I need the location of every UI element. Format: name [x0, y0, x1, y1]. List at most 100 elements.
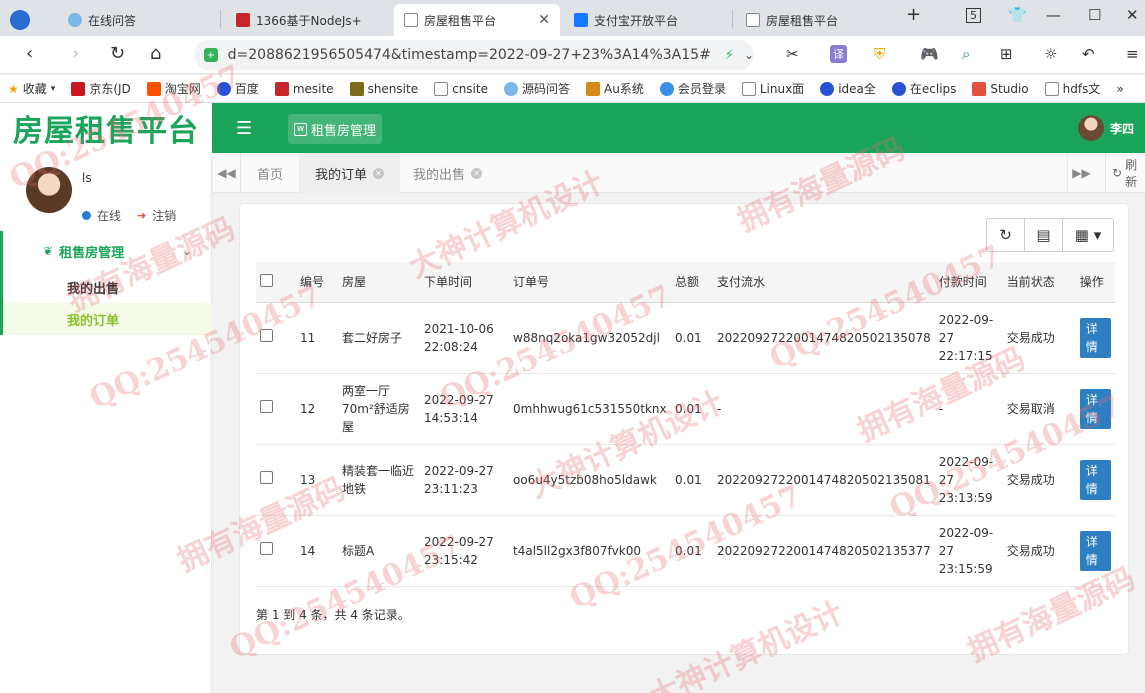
sidebar-item-my-orders[interactable]: 我的订单 [0, 303, 212, 335]
apps-grid-icon[interactable]: ⊞ [1000, 45, 1013, 63]
cell-order-time: 2022-09-27 23:11:23 [420, 444, 509, 516]
tab-home[interactable]: 首页 [241, 153, 299, 193]
search-icon[interactable]: ⌕ [962, 45, 970, 63]
maximize-icon[interactable]: ☐ [1088, 6, 1101, 24]
bookmark-item[interactable]: ★ 收藏 ▾ [0, 79, 63, 99]
column-header[interactable]: 总额 [671, 262, 713, 303]
bookmark-item[interactable]: mesite [267, 79, 342, 99]
browser-tab-active[interactable]: 房屋租售平台 ✕ [394, 4, 560, 36]
refresh-icon[interactable]: ↻ [987, 219, 1025, 251]
tab-my-orders[interactable]: 我的订单 ✕ [299, 153, 401, 193]
tab-close-icon[interactable]: ✕ [538, 12, 550, 28]
gamepad-icon[interactable]: 🎮 [920, 45, 939, 63]
tabs-scroll-left-icon[interactable]: ◀◀ [213, 153, 241, 193]
status-text: 在线 [97, 209, 122, 223]
sidebar-item-rental-management[interactable]: ❦ 租售房管理 ⌄ [0, 231, 212, 271]
cell-id: 14 [296, 515, 338, 587]
cell-status: 交易成功 [1002, 302, 1076, 374]
back-icon[interactable]: ‹ [26, 44, 33, 64]
bookmark-item[interactable]: 京东(JD [63, 79, 138, 99]
browser-tab-label: 房屋租售平台 [766, 13, 839, 28]
bookmark-item[interactable]: 源码问答 [496, 79, 578, 99]
hamburger-icon[interactable]: ☰ [236, 118, 252, 139]
tab-my-sales[interactable]: 我的出售 ✕ [397, 153, 498, 193]
shirt-icon[interactable]: 👕 [1008, 6, 1027, 24]
refresh-icon: ↻ [1112, 166, 1123, 180]
toggle-view-icon[interactable]: ▤ [1025, 219, 1063, 251]
cell-pay-time: 2022-09-27 22:17:15 [934, 302, 1003, 374]
browser-tab[interactable]: 支付宝开放平台 [564, 4, 730, 36]
column-header[interactable]: 付款时间 [934, 262, 1003, 303]
shield-coin-icon[interactable]: ⛨ [874, 45, 885, 63]
browser-tab[interactable]: 1366基于NodeJs+ [226, 4, 392, 36]
undo-icon[interactable]: ↶ [1082, 45, 1095, 63]
detail-button[interactable]: 详情 [1079, 317, 1111, 358]
new-tab-icon[interactable]: + [906, 4, 921, 25]
bookmark-item[interactable]: Au系统 [578, 79, 652, 99]
translate-icon[interactable]: 译 [830, 45, 847, 63]
tabs-scroll-right-icon[interactable]: ▶▶ [1067, 153, 1095, 193]
refresh-button[interactable]: ↻ 刷新 [1105, 153, 1145, 193]
select-all-checkbox[interactable] [260, 273, 273, 287]
bookmark-item[interactable]: 会员登录 [652, 79, 734, 99]
browser-logo-icon[interactable] [0, 4, 40, 36]
column-header[interactable]: 房屋 [338, 262, 420, 303]
browser-tab[interactable]: 房屋租售平台 [736, 4, 896, 36]
bookmark-item[interactable]: 在eclips [884, 79, 965, 99]
columns-icon[interactable]: ▦ ▾ [1063, 219, 1113, 251]
lightning-icon[interactable]: ⚡ [725, 48, 734, 63]
more-bookmarks-icon[interactable]: » [1108, 79, 1131, 99]
home-icon[interactable]: ⌂ [150, 44, 161, 64]
detail-button[interactable]: 详情 [1079, 388, 1111, 429]
bookmark-item[interactable]: hdfs文 [1037, 79, 1109, 99]
forward-icon[interactable]: › [72, 44, 79, 64]
row-checkbox[interactable] [260, 470, 273, 484]
logout-icon[interactable]: ➜ [137, 209, 146, 222]
chevron-down-icon[interactable]: ⌄ [744, 48, 754, 62]
module-tab[interactable]: w 租售房管理 [288, 114, 383, 144]
cell-order-no: w88nq2oka1gw32052djl [509, 302, 671, 374]
browser-tab[interactable]: 在线问答 [58, 4, 218, 36]
header-username: 李四 [1110, 121, 1135, 136]
leaf-icon: ❦ [43, 244, 54, 258]
bookmark-item[interactable]: idea全 [812, 79, 884, 99]
tab-label: 我的出售 [413, 167, 466, 183]
page-tabs: ◀◀ 首页 我的订单 ✕ 我的出售 ✕ ▶▶ ↻ 刷新 [213, 153, 1145, 193]
header-user[interactable]: 李四 [1078, 115, 1134, 141]
sidebar-item-my-sales[interactable]: 我的出售 [0, 271, 212, 303]
scissors-icon[interactable]: ✂ [786, 45, 799, 63]
column-header[interactable]: 下单时间 [420, 262, 509, 303]
minimize-icon[interactable]: — [1046, 6, 1061, 24]
menu-icon[interactable]: ≡ [1126, 45, 1139, 63]
close-icon[interactable]: ✕ [471, 167, 483, 179]
tab-favicon-icon [236, 13, 250, 27]
bookmark-item[interactable]: Studio [964, 79, 1036, 99]
row-checkbox[interactable] [260, 541, 273, 555]
bookmark-item[interactable]: cnsite [426, 79, 496, 99]
row-checkbox[interactable] [260, 328, 273, 342]
logout-link[interactable]: 注销 [152, 207, 176, 224]
column-header[interactable]: 编号 [296, 262, 338, 303]
url-field[interactable]: + d=2088621956505474&timestamp=2022-09-2… [194, 40, 754, 70]
close-icon[interactable]: ✕ [373, 167, 385, 179]
column-header[interactable]: 订单号 [509, 262, 671, 303]
close-window-icon[interactable]: ✕ [1126, 6, 1139, 24]
tab-count-badge[interactable]: 5 [966, 8, 981, 23]
bookmark-item[interactable]: Linux面 [734, 79, 812, 99]
row-checkbox[interactable] [260, 399, 273, 413]
cell-pay-time: 2022-09-27 23:15:59 [934, 515, 1003, 587]
page-icon [434, 81, 449, 96]
bookmark-item[interactable]: shensite [342, 79, 427, 99]
detail-button[interactable]: 详情 [1079, 459, 1111, 500]
cell-status: 交易取消 [1002, 373, 1076, 445]
reload-icon[interactable]: ↻ [110, 44, 125, 64]
cell-trade-no: 2022092722001474820502135081 [713, 444, 935, 516]
column-header[interactable]: 当前状态 [1002, 262, 1076, 303]
brightness-icon[interactable]: ☼ [1044, 45, 1057, 63]
csdn-icon [972, 81, 987, 96]
bookmark-item[interactable]: 百度 [209, 79, 267, 99]
detail-button[interactable]: 详情 [1079, 530, 1111, 571]
column-header[interactable]: 支付流水 [713, 262, 935, 303]
pagination-info: 第 1 到 4 条，共 4 条记录。 [256, 608, 410, 622]
bookmark-item[interactable]: 淘宝网 [139, 79, 209, 99]
